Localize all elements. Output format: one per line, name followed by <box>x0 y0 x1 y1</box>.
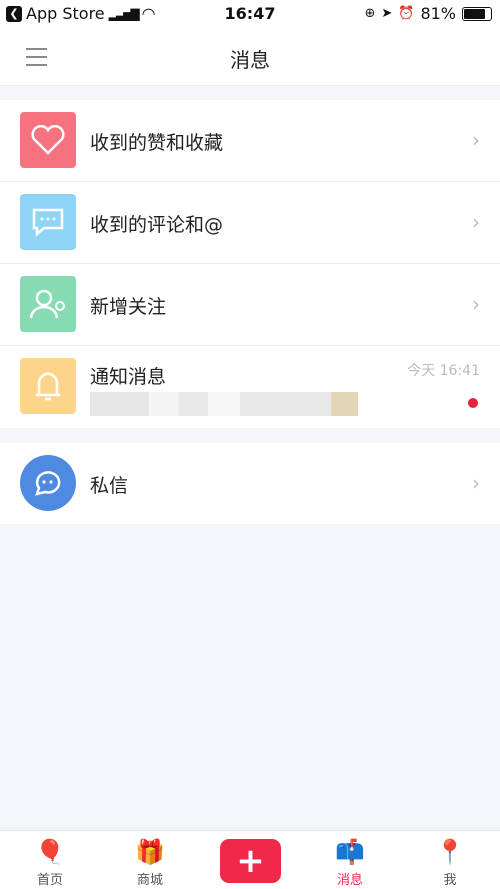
blurred-preview <box>90 392 358 416</box>
tab-mall[interactable]: 🎁 商城 <box>120 835 180 888</box>
unread-dot <box>468 398 478 408</box>
chevron-right-icon: › <box>472 128 480 152</box>
user-add-icon <box>20 276 76 332</box>
tab-label: 首页 <box>36 873 63 888</box>
list-item-comments[interactable]: 收到的评论和@ › <box>0 182 500 264</box>
bell-icon <box>20 358 76 414</box>
item-label: 私信 <box>90 475 129 497</box>
private-message-group: 私信 › <box>0 443 500 524</box>
tab-me[interactable]: 📍 我 <box>420 835 480 888</box>
chat-icon <box>20 455 76 511</box>
tab-label: 我 <box>443 873 457 888</box>
tab-label: 消息 <box>336 873 363 888</box>
nav-bar: 消息 <box>0 28 500 86</box>
alarm-icon: ⏰ <box>398 6 415 21</box>
rotation-lock-icon: ⊕ <box>364 6 376 21</box>
list-item-likes[interactable]: 收到的赞和收藏 › <box>0 100 500 182</box>
item-label: 收到的赞和收藏 <box>90 132 224 154</box>
item-label: 收到的评论和@ <box>90 214 224 236</box>
battery-icon <box>462 6 492 21</box>
page-title: 消息 <box>230 48 270 72</box>
tab-label: 商城 <box>136 873 163 888</box>
item-label: 通知消息 <box>90 366 167 388</box>
tab-bar: 🎈 首页 🎁 商城 + 📫 消息 📍 我 <box>0 830 500 889</box>
timestamp: 今天 16:41 <box>407 363 480 379</box>
chevron-right-icon: › <box>472 471 480 495</box>
tab-home[interactable]: 🎈 首页 <box>20 835 80 888</box>
mall-icon: 🎁 <box>135 838 165 866</box>
chevron-right-icon: › <box>472 292 480 316</box>
mailbox-icon: 📫 <box>335 838 365 866</box>
location-icon: ➤ <box>381 6 393 21</box>
status-bar: ❮ App Store ▂▃▅▇ ◠ 16:47 ⊕ ➤ ⏰ 81% <box>0 0 500 28</box>
post-button[interactable]: + <box>220 839 281 883</box>
item-label: 新增关注 <box>90 296 167 318</box>
list-item-followers[interactable]: 新增关注 › <box>0 264 500 346</box>
tab-messages[interactable]: 📫 消息 <box>320 835 380 888</box>
balloon-icon: 🎈 <box>35 838 65 866</box>
list-item-private[interactable]: 私信 › <box>0 443 500 524</box>
comment-icon <box>20 194 76 250</box>
battery-percent: 81% <box>420 4 456 23</box>
heart-icon <box>20 112 76 168</box>
chevron-right-icon: › <box>472 210 480 234</box>
profile-icon: 📍 <box>435 838 465 866</box>
notification-list: 收到的赞和收藏 › 收到的评论和@ › 新增关注 › 通知消息 今天 16:41 <box>0 100 500 428</box>
list-item-notices[interactable]: 通知消息 今天 16:41 <box>0 346 500 428</box>
